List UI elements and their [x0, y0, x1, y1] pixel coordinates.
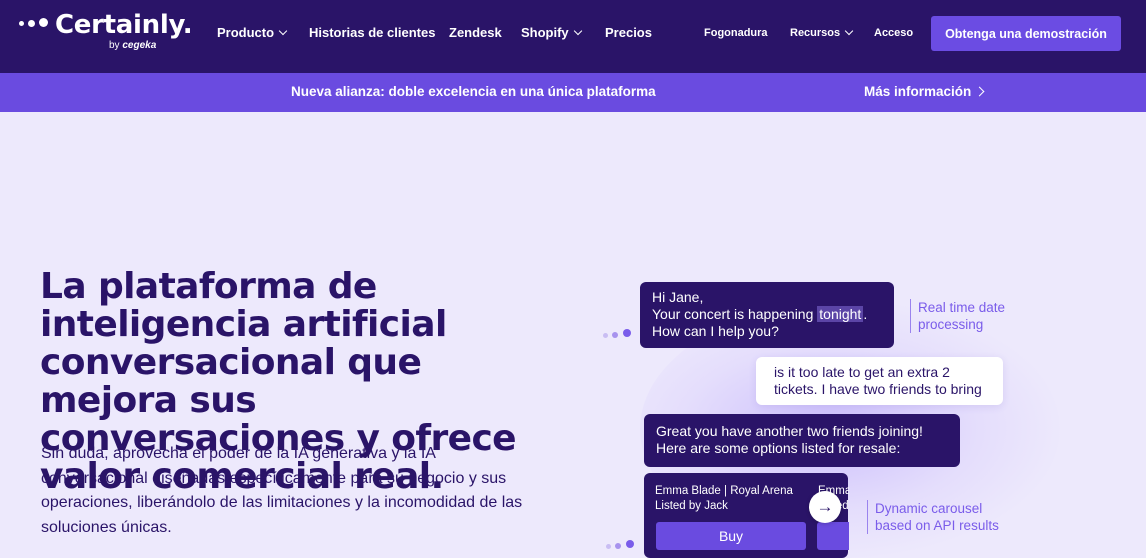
buy-button-2[interactable]: [817, 522, 849, 550]
banner-more-info-link[interactable]: Más información: [864, 84, 985, 99]
chevron-right-icon: [974, 86, 985, 97]
announcement-banner: Nueva alianza: doble excelencia en una ú…: [0, 73, 1146, 112]
nav-item-recursos[interactable]: Recursos: [790, 26, 854, 39]
nav-item-fogonadura[interactable]: Fogonadura: [704, 27, 768, 39]
chevron-down-icon: [278, 26, 288, 35]
highlight-tonight: tonight: [817, 306, 864, 322]
card-title: Emma Blade | Royal Arena: [655, 485, 793, 497]
nav-item-precios[interactable]: Precios: [605, 25, 652, 40]
chevron-down-icon: [844, 26, 854, 36]
bot-message-1: Hi Jane, Your concert is happening tonig…: [640, 282, 894, 348]
carousel-next-arrow-icon[interactable]: →: [809, 491, 841, 523]
nav-item-producto[interactable]: Producto: [217, 25, 288, 40]
logo-wordmark: Certainly.: [55, 10, 193, 40]
annotation-dynamic-carousel: Dynamic carousel based on API results: [867, 500, 1012, 534]
banner-text: Nueva alianza: doble excelencia en una ú…: [291, 84, 656, 99]
certainly-logo[interactable]: Certainly. by cegeka: [19, 10, 193, 60]
nav-item-zendesk[interactable]: Zendesk: [449, 25, 502, 40]
hero-subtitle: Sin duda, aprovecha el poder de la IA ge…: [41, 445, 523, 536]
top-nav: Certainly. by cegeka Producto Historias …: [0, 0, 1146, 73]
user-message-1: is it too late to get an extra 2 tickets…: [756, 357, 1003, 405]
logo-byline: by cegeka: [109, 40, 157, 51]
nav-item-historias[interactable]: Historias de clientes: [309, 25, 435, 40]
demo-cta-button[interactable]: Obtenga una demostración: [931, 16, 1121, 51]
nav-item-shopify[interactable]: Shopify: [521, 25, 582, 40]
bot-message-2: Great you have another two friends joini…: [644, 414, 960, 467]
nav-item-acceso[interactable]: Acceso: [874, 27, 913, 39]
buy-button[interactable]: Buy: [656, 522, 806, 550]
chevron-down-icon: [573, 26, 582, 35]
annotation-realtime-date: Real time date processing: [910, 299, 1020, 333]
